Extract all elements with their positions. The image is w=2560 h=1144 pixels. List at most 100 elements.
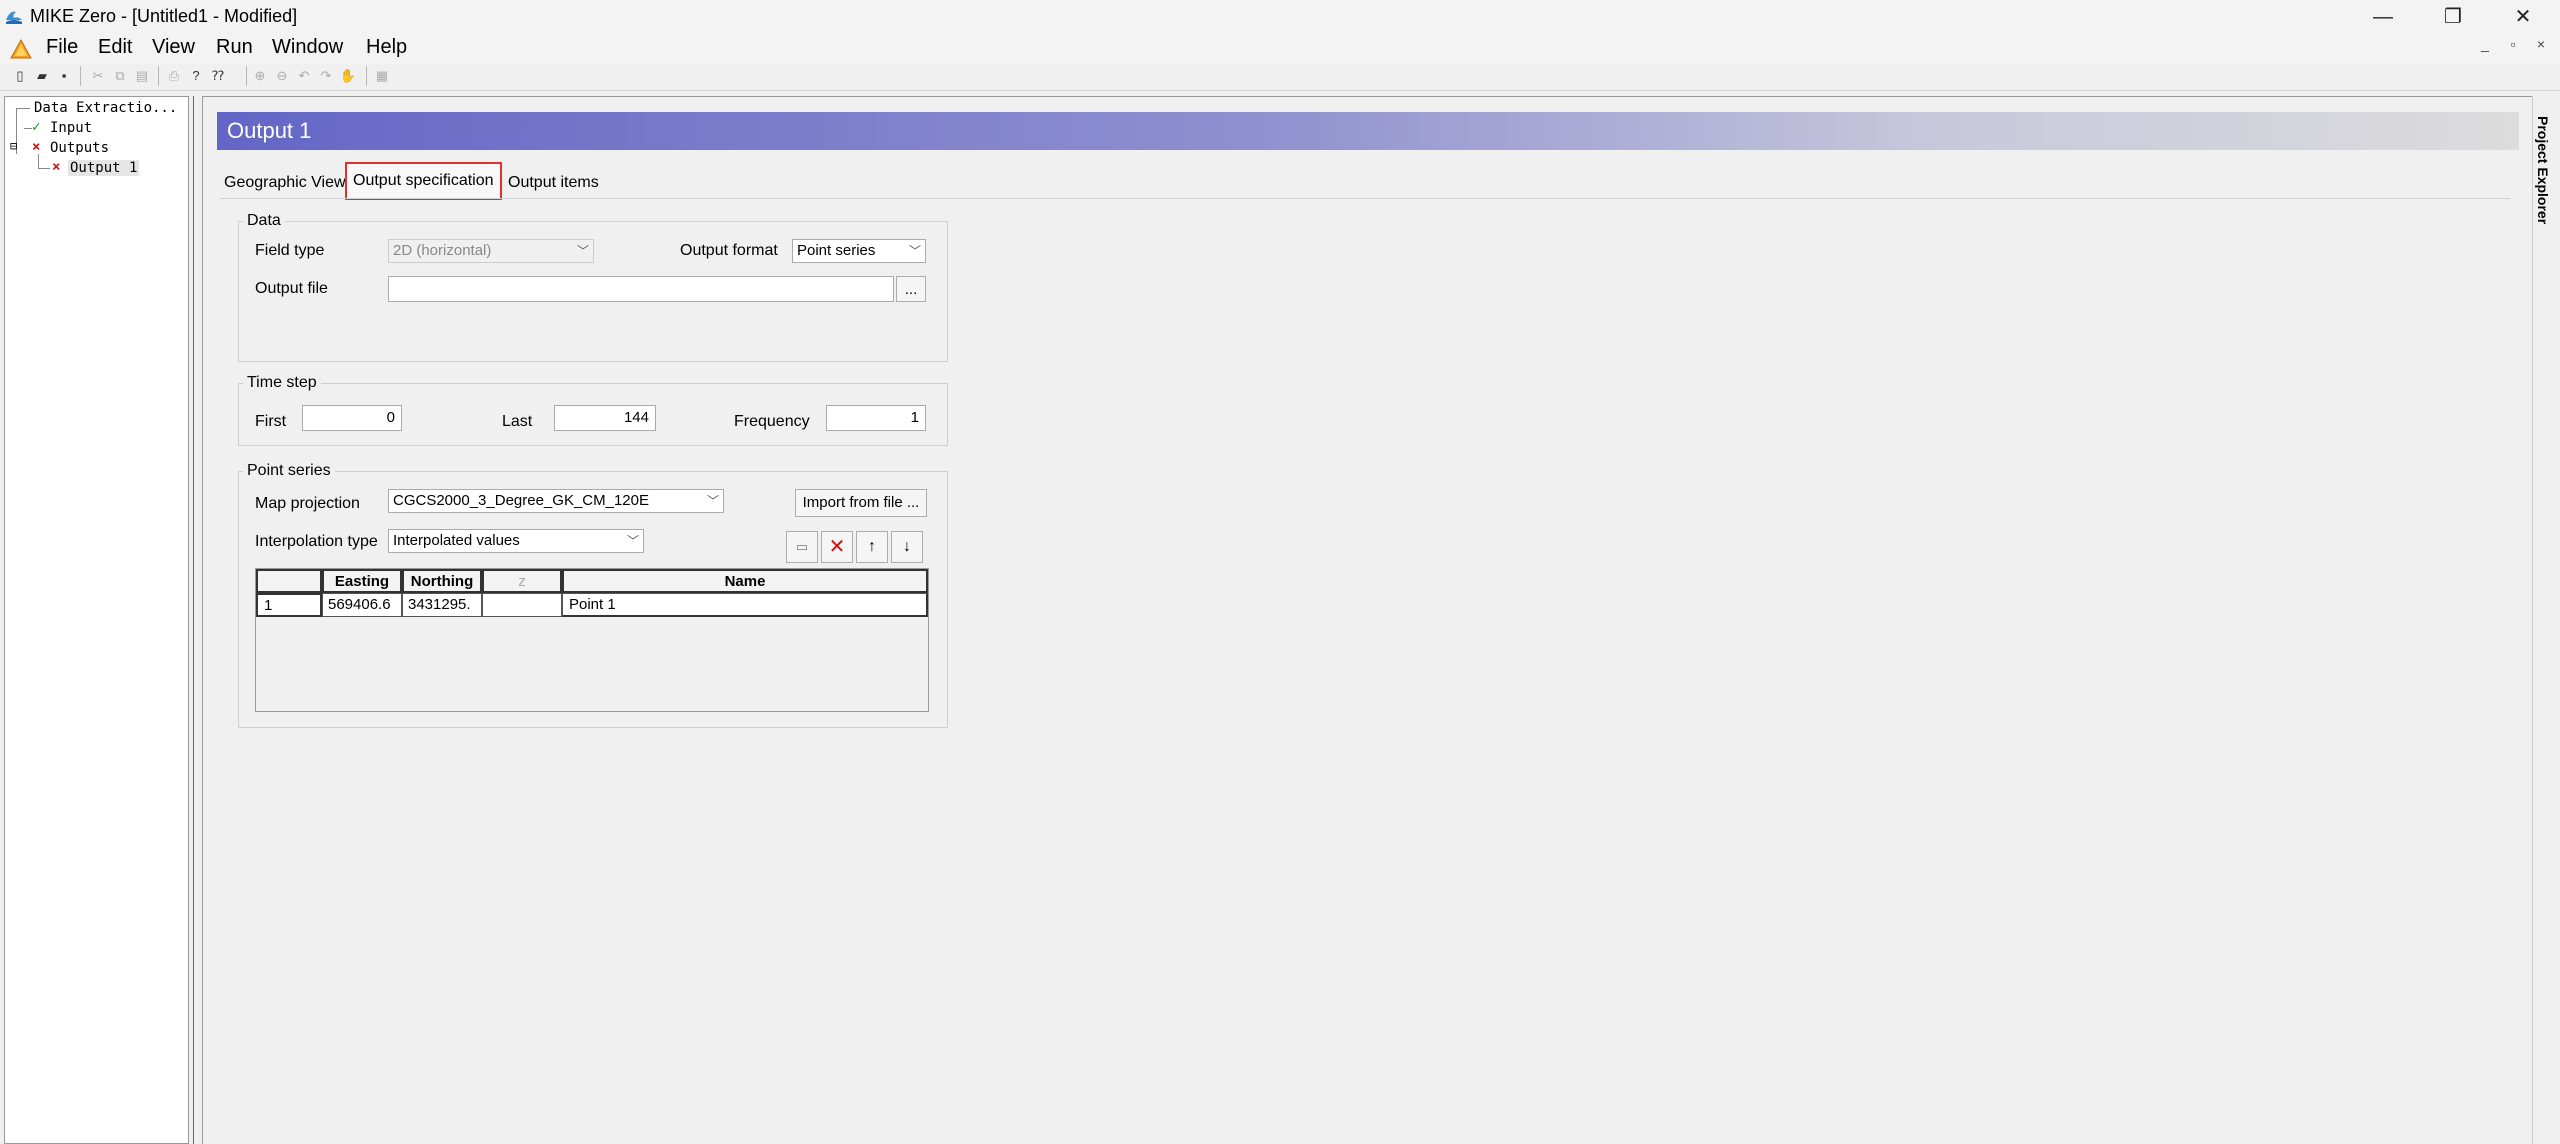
chevron-down-icon: ﹀ [908, 244, 921, 258]
title-bar: MIKE Zero - [Untitled1 - Modified] [0, 0, 2560, 34]
move-up-button[interactable]: ↑ [856, 531, 888, 563]
easting-cell[interactable]: 569406.6 [322, 593, 402, 617]
frequency-input[interactable]: 1 [826, 405, 926, 431]
help-icon[interactable]: ? [186, 66, 206, 86]
move-down-button[interactable]: ↓ [891, 531, 923, 563]
northing-cell[interactable]: 3431295. [402, 593, 482, 617]
menu-edit[interactable]: Edit [98, 36, 132, 59]
tree-connector [16, 108, 30, 109]
output-header-banner: Output 1 [217, 112, 2519, 150]
toolbar-separator [158, 66, 159, 86]
tab-output-items[interactable]: Output items [502, 168, 605, 198]
toolbar-separator [80, 66, 81, 86]
mdi-restore-button[interactable]: ▫ [2502, 36, 2524, 52]
warning-triangle-icon [10, 38, 32, 59]
menu-file[interactable]: File [46, 36, 78, 59]
tree-item-data-extraction[interactable]: Data Extractio... [34, 100, 177, 116]
save-icon[interactable]: ▪ [54, 66, 74, 86]
error-x-icon: × [52, 159, 61, 175]
pan-hand-icon[interactable]: ✋ [338, 66, 358, 86]
zoom-in-icon[interactable]: ⊕ [250, 66, 270, 86]
browse-output-file-button[interactable]: ... [896, 276, 926, 302]
page-title: Output 1 [227, 118, 312, 143]
data-group-legend: Data [247, 212, 281, 229]
cut-icon[interactable]: ✂ [88, 66, 108, 86]
output-file-label: Output file [255, 280, 328, 297]
menu-run[interactable]: Run [216, 36, 253, 59]
map-projection-label: Map projection [255, 495, 360, 512]
field-type-dropdown: 2D (horizontal) ﹀ [388, 239, 594, 263]
copy-icon[interactable]: ⧉ [110, 66, 130, 86]
import-from-file-button[interactable]: Import from file ... [795, 489, 927, 517]
name-cell[interactable]: Point 1 [562, 593, 928, 617]
output-format-value: Point series [797, 242, 876, 259]
tree-connector [38, 154, 39, 168]
context-help-icon[interactable]: ⁇ [208, 66, 228, 86]
chevron-down-icon: ﹀ [626, 534, 639, 548]
grid-header-easting[interactable]: Easting [322, 569, 402, 593]
output-format-dropdown[interactable]: Point series ﹀ [792, 239, 926, 263]
tab-geographic-view[interactable]: Geographic View [218, 168, 352, 198]
grid-header-z[interactable]: z [482, 569, 562, 593]
data-extraction-tree [4, 96, 189, 1144]
interpolation-type-label: Interpolation type [255, 533, 378, 550]
project-explorer-strip[interactable]: Project Explorer [2532, 96, 2560, 1144]
z-cell[interactable] [482, 593, 562, 617]
first-timestep-input[interactable]: 0 [302, 405, 402, 431]
output-format-label: Output format [680, 242, 778, 259]
chevron-down-icon: ﹀ [706, 494, 719, 508]
tree-connector [38, 168, 50, 169]
project-explorer-tab[interactable]: Project Explorer [2535, 116, 2551, 224]
table-row-index[interactable]: 1 [256, 593, 322, 617]
check-icon: ✓ [32, 119, 41, 135]
window-title: MIKE Zero - [Untitled1 - Modified] [30, 6, 298, 26]
point-series-group-legend: Point series [247, 462, 331, 479]
paste-icon[interactable]: ▤ [132, 66, 152, 86]
field-type-label: Field type [255, 242, 325, 259]
minimize-window-button[interactable]: — [2348, 0, 2418, 34]
grid-icon[interactable]: ▦ [372, 66, 392, 86]
grid-header-index [256, 569, 322, 593]
menu-help[interactable]: Help [366, 36, 407, 59]
zoom-previous-icon[interactable]: ↶ [294, 66, 314, 86]
zoom-next-icon[interactable]: ↷ [316, 66, 336, 86]
field-type-value: 2D (horizontal) [393, 242, 492, 259]
grid-header-northing[interactable]: Northing [402, 569, 482, 593]
mdi-minimize-button[interactable]: _ [2474, 36, 2496, 52]
add-point-button[interactable]: ▭ [786, 531, 818, 563]
toolbar-separator [246, 66, 247, 86]
splitter-line [193, 96, 194, 1144]
grid-header-name[interactable]: Name [562, 569, 928, 593]
zoom-out-icon[interactable]: ⊖ [272, 66, 292, 86]
restore-window-button[interactable]: ❐ [2418, 0, 2488, 34]
menu-view[interactable]: View [152, 36, 195, 59]
mdi-close-button[interactable]: × [2530, 36, 2552, 52]
tree-connector [24, 128, 32, 129]
frequency-label: Frequency [734, 413, 810, 430]
tab-output-specification[interactable]: Output specification [345, 162, 502, 200]
interpolation-type-value: Interpolated values [393, 532, 520, 549]
close-window-button[interactable]: ✕ [2488, 0, 2558, 34]
tree-item-outputs[interactable]: Outputs [50, 140, 109, 156]
menu-window[interactable]: Window [272, 36, 343, 59]
map-projection-value: CGCS2000_3_Degree_GK_CM_120E [393, 492, 649, 509]
new-file-icon[interactable]: ▯ [10, 66, 30, 86]
chevron-down-icon: ﹀ [576, 244, 589, 258]
print-icon[interactable]: ⎙ [164, 66, 184, 86]
time-step-group-legend: Time step [247, 374, 317, 391]
tree-item-input[interactable]: Input [50, 120, 92, 136]
mike-zero-app-icon [6, 11, 22, 24]
interpolation-type-dropdown[interactable]: Interpolated values ﹀ [388, 529, 644, 553]
toolbar-separator [366, 66, 367, 86]
tab-strip-border [220, 198, 2510, 199]
last-timestep-input[interactable]: 144 [554, 405, 656, 431]
last-label: Last [502, 413, 533, 430]
map-projection-dropdown[interactable]: CGCS2000_3_Degree_GK_CM_120E ﹀ [388, 489, 724, 513]
delete-point-button[interactable]: ✕ [821, 531, 853, 563]
output-file-input[interactable] [388, 276, 894, 302]
first-label: First [255, 413, 287, 430]
tree-item-output-1[interactable]: Output 1 [68, 160, 140, 176]
collapse-icon[interactable]: ⊟ [10, 139, 17, 153]
open-folder-icon[interactable]: ▰ [32, 66, 52, 86]
error-x-icon: × [32, 139, 41, 155]
